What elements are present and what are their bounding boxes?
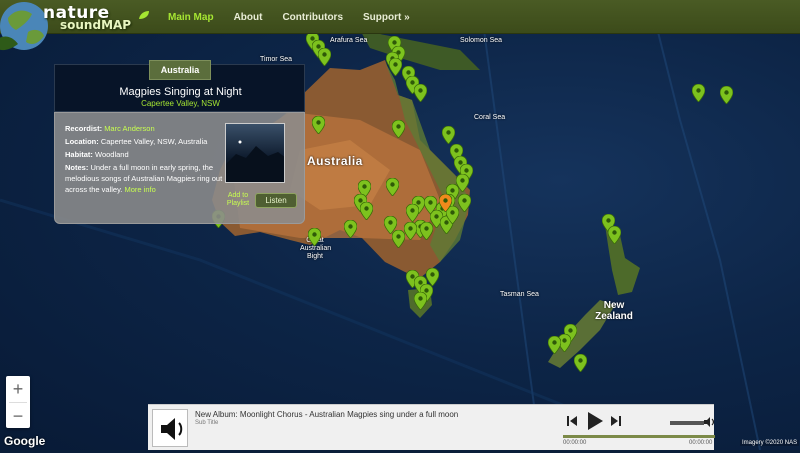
current-time: 00:00:00 [563, 440, 587, 446]
audio-player: New Album: Moonlight Chorus - Australian… [148, 404, 715, 450]
map-pin[interactable] [308, 228, 321, 246]
recordist-label: Recordist: [65, 124, 103, 133]
map-pin[interactable] [574, 354, 587, 372]
map-label-solomon-sea: Solomon Sea [460, 37, 503, 44]
map-pin[interactable] [608, 226, 621, 244]
map-pin[interactable] [426, 268, 439, 286]
brand-name-line2: soundMAP [60, 18, 132, 32]
info-panel-body: Recordist: Marc Anderson Location: Caper… [54, 112, 305, 224]
nav-contributors[interactable]: Contributors [272, 12, 353, 23]
sound-title: Magpies Singing at Night [119, 86, 242, 98]
location-row: Location: Capertee Valley, NSW, Australi… [65, 136, 225, 147]
map-label-australia: Australia [307, 154, 363, 168]
map-pin[interactable] [312, 116, 325, 134]
imagery-credit[interactable]: Imagery ©2020 NAS [740, 440, 800, 446]
recordist-link[interactable]: Marc Anderson [104, 124, 154, 133]
nav-main-map[interactable]: Main Map [158, 12, 224, 23]
sound-details: Recordist: Marc Anderson Location: Caper… [65, 123, 225, 197]
top-navigation: nature soundMAP Main Map About Contribut… [0, 0, 800, 51]
sound-info-panel: Magpies Singing at Night Capertee Valley… [54, 60, 305, 224]
track-title: New Album: Moonlight Chorus - Australian… [195, 410, 459, 419]
recordist-row: Recordist: Marc Anderson [65, 123, 225, 134]
zoom-out-button[interactable]: − [6, 403, 30, 429]
more-info-link[interactable]: More info [124, 185, 155, 194]
map-pin[interactable] [318, 48, 331, 66]
map-label-arafura-sea: Arafura Sea [330, 37, 368, 44]
speaker-icon [161, 418, 183, 440]
region-tab[interactable]: Australia [149, 60, 211, 80]
map-pin[interactable] [389, 58, 402, 76]
map-label-timor-sea: Timor Sea [260, 56, 293, 63]
map-pin[interactable] [458, 194, 471, 212]
album-art [152, 409, 188, 447]
listen-button[interactable]: Listen [255, 193, 297, 208]
habitat-label: Habitat: [65, 150, 93, 159]
map-label-new-zealand: New Zealand [595, 300, 633, 322]
map-pin[interactable] [344, 220, 357, 238]
zoom-controls: + − [6, 376, 30, 428]
map-pin-selected[interactable] [439, 194, 452, 212]
map-pin[interactable] [392, 230, 405, 248]
main-nav: Main Map About Contributors Support » [158, 0, 420, 34]
map-pin[interactable] [414, 84, 427, 102]
map-pin[interactable] [442, 126, 455, 144]
map-pin[interactable] [392, 120, 405, 138]
sound-subtitle: Capertee Valley, NSW [141, 99, 220, 108]
night-landscape-image [226, 140, 284, 182]
map-pin[interactable] [386, 178, 399, 196]
volume-slider[interactable] [670, 421, 704, 425]
map-pin[interactable] [404, 222, 417, 240]
map-pin[interactable] [414, 292, 427, 310]
map-label-coral-sea: Coral Sea [474, 114, 506, 121]
volume-icon[interactable] [703, 416, 715, 428]
zoom-in-button[interactable]: + [6, 376, 30, 402]
play-icon[interactable] [586, 411, 604, 431]
site-logo[interactable]: nature soundMAP [0, 0, 155, 60]
add-to-playlist-button[interactable]: Add to Playlist [225, 192, 251, 208]
map-pin[interactable] [692, 84, 705, 102]
next-track-icon[interactable] [610, 415, 622, 427]
map-pin[interactable] [548, 336, 561, 354]
sound-thumbnail [225, 123, 285, 183]
map-label-tasman-sea: Tasman Sea [500, 291, 539, 298]
map-pin[interactable] [424, 196, 437, 214]
nav-support[interactable]: Support » [353, 12, 420, 23]
map-pin[interactable] [360, 202, 373, 220]
total-time: 00:00:00 [689, 440, 713, 446]
habitat-value: Woodland [95, 150, 129, 159]
habitat-row: Habitat: Woodland [65, 149, 225, 160]
progress-bar[interactable] [563, 435, 715, 438]
notes-row: Notes: Under a full moon in early spring… [65, 162, 225, 195]
location-value: Capertee Valley, NSW, Australia [100, 137, 208, 146]
google-logo[interactable]: Google [4, 434, 45, 448]
location-label: Location: [65, 137, 99, 146]
track-subtitle: Sub Title [195, 420, 219, 426]
nav-about[interactable]: About [224, 12, 273, 23]
leaf-icon [139, 11, 149, 19]
previous-track-icon[interactable] [566, 415, 578, 427]
map-pin[interactable] [720, 86, 733, 104]
notes-label: Notes: [65, 163, 89, 172]
map-pin[interactable] [420, 222, 433, 240]
